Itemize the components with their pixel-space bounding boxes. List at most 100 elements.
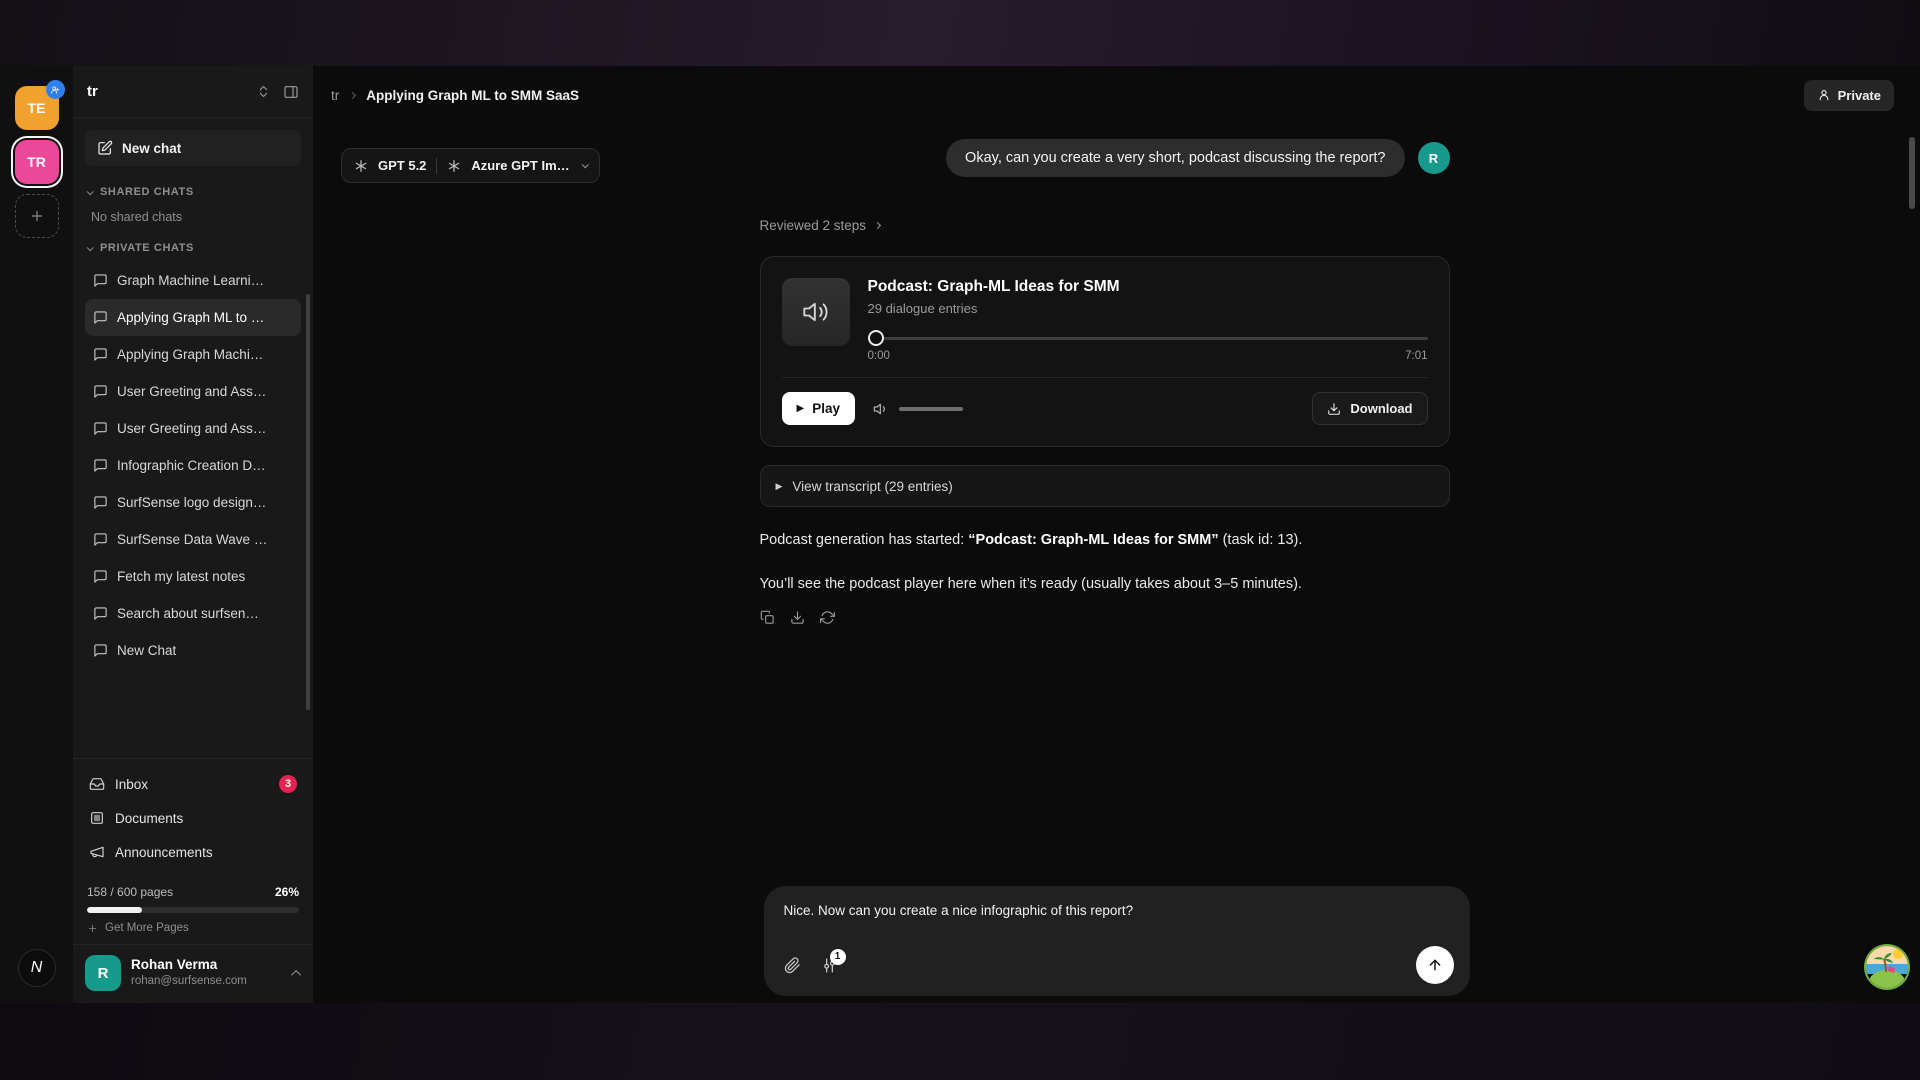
reviewed-steps-label: Reviewed 2 steps: [760, 218, 867, 233]
chat-bubble-icon: [93, 532, 108, 547]
chat-bubble-icon: [93, 569, 108, 584]
podcast-title-bold: “Podcast: Graph-ML Ideas for SMM”: [968, 532, 1218, 548]
model-selector[interactable]: GPT 5.2 Azure GPT Im…: [341, 148, 600, 183]
get-more-pages-label: Get More Pages: [105, 922, 189, 934]
chevron-up-icon: [291, 969, 301, 979]
podcast-artwork-tile: [782, 278, 850, 346]
openai-logo-icon: [354, 159, 368, 173]
announcements-label: Announcements: [115, 845, 213, 860]
inbox-label: Inbox: [115, 777, 148, 792]
podcast-seek-slider[interactable]: [868, 330, 1428, 346]
chat-title: Fetch my latest notes: [117, 569, 245, 584]
volume-icon[interactable]: [873, 401, 889, 417]
shared-chats-label: SHARED CHATS: [100, 186, 194, 198]
chevron-right-icon: [874, 222, 881, 229]
island-illustration-icon: [1866, 946, 1908, 988]
triangle-right-icon: ▶: [776, 481, 783, 492]
reviewed-steps-toggle[interactable]: Reviewed 2 steps: [760, 218, 1450, 233]
chat-list-item[interactable]: Infographic Creation D…: [85, 447, 301, 484]
podcast-player-card: Podcast: Graph-ML Ideas for SMM 29 dialo…: [760, 256, 1450, 447]
chat-title: User Greeting and Ass…: [117, 421, 266, 436]
chat-list-item[interactable]: New Chat: [85, 632, 301, 669]
volume-slider[interactable]: [899, 407, 963, 411]
download-button[interactable]: Download: [1312, 392, 1427, 425]
pages-percent-label: 26%: [275, 885, 299, 899]
attach-file-button[interactable]: [784, 957, 801, 974]
podcast-subtitle: 29 dialogue entries: [868, 301, 1428, 316]
chat-list-item[interactable]: Applying Graph ML to …: [85, 299, 301, 336]
breadcrumb-chat-title: Applying Graph ML to SMM SaaS: [366, 88, 579, 103]
shared-chats-header[interactable]: SHARED CHATS: [85, 186, 301, 198]
chat-list-item[interactable]: User Greeting and Ass…: [85, 373, 301, 410]
play-button[interactable]: ▶ Play: [782, 392, 855, 425]
collapse-sidebar-icon[interactable]: [283, 84, 299, 100]
sidebar-item-announcements[interactable]: Announcements: [81, 835, 305, 869]
chat-title: Applying Graph Machi…: [117, 347, 263, 362]
composer-input[interactable]: Nice. Now can you create a nice infograp…: [784, 903, 1450, 918]
workspace-avatar-label: TE: [28, 100, 46, 116]
get-more-pages-button[interactable]: Get More Pages: [87, 922, 299, 934]
workspace-avatar-label: TR: [27, 154, 46, 170]
copy-icon[interactable]: [760, 610, 775, 625]
user-menu[interactable]: R Rohan Verma rohan@surfsense.com: [73, 945, 313, 1003]
regenerate-icon[interactable]: [820, 610, 835, 625]
sidebar-bottom: Inbox 3 Documents Announcements 158 / 60…: [73, 758, 313, 1003]
sidebar-item-documents[interactable]: Documents: [81, 801, 305, 835]
chat-title: Infographic Creation D…: [117, 458, 266, 473]
chat-list: Graph Machine Learni… Applying Graph ML …: [85, 262, 301, 669]
chat-list-item[interactable]: SurfSense logo design…: [85, 484, 301, 521]
send-button[interactable]: [1416, 946, 1454, 984]
pages-progress-track: [87, 907, 299, 913]
main-scrollbar-thumb[interactable]: [1909, 137, 1915, 209]
user-message-avatar: R: [1418, 142, 1450, 174]
workspace-avatar-tr[interactable]: TR: [15, 140, 59, 184]
vacation-island-badge[interactable]: [1866, 946, 1908, 988]
divider: [436, 158, 437, 174]
chat-bubble-icon: [93, 643, 108, 658]
workspace-name: tr: [87, 83, 98, 100]
privacy-label: Private: [1838, 88, 1881, 103]
user-name: Rohan Verma: [131, 957, 247, 974]
privacy-toggle-button[interactable]: Private: [1804, 80, 1894, 111]
chat-list-item[interactable]: User Greeting and Ass…: [85, 410, 301, 447]
sidebar-scrollbar-thumb[interactable]: [306, 294, 310, 710]
chevron-right-icon: [349, 91, 356, 98]
private-chats-label: PRIVATE CHATS: [100, 242, 194, 254]
connectors-button[interactable]: 1: [821, 957, 838, 974]
seek-track: [868, 337, 1428, 340]
transcript-expander[interactable]: ▶ View transcript (29 entries): [760, 465, 1450, 507]
chat-title: Graph Machine Learni…: [117, 273, 264, 288]
seek-handle[interactable]: [868, 330, 884, 346]
chat-title: New Chat: [117, 643, 176, 658]
user-email: rohan@surfsense.com: [131, 974, 247, 989]
new-chat-button[interactable]: New chat: [85, 130, 301, 166]
pages-used-label: 158 / 600 pages: [87, 885, 173, 899]
duration: 7:01: [1405, 350, 1427, 362]
add-workspace-button[interactable]: [15, 194, 59, 238]
chat-bubble-icon: [93, 495, 108, 510]
download-label: Download: [1350, 401, 1412, 416]
chat-list-item[interactable]: Search about surfsen…: [85, 595, 301, 632]
speaker-icon: [802, 298, 830, 326]
message-composer[interactable]: Nice. Now can you create a nice infograp…: [764, 886, 1470, 996]
desktop-background-bottom: [0, 1003, 1920, 1080]
private-chats-header[interactable]: PRIVATE CHATS: [85, 242, 301, 254]
nextjs-dev-indicator[interactable]: N: [18, 949, 56, 987]
breadcrumb-workspace[interactable]: tr: [331, 88, 339, 103]
download-message-icon[interactable]: [790, 610, 805, 625]
connector-count-badge: 1: [830, 949, 846, 965]
chat-list-item[interactable]: Applying Graph Machi…: [85, 336, 301, 373]
chat-list-item[interactable]: Graph Machine Learni…: [85, 262, 301, 299]
chevron-down-icon: [581, 161, 588, 168]
user-avatar: R: [85, 955, 121, 991]
chat-list-item[interactable]: Fetch my latest notes: [85, 558, 301, 595]
user-message-bubble: Okay, can you create a very short, podca…: [946, 139, 1404, 177]
chat-list-item[interactable]: SurfSense Data Wave …: [85, 521, 301, 558]
chat-title: SurfSense Data Wave …: [117, 532, 267, 547]
workspace-avatar-te[interactable]: TE: [15, 86, 59, 130]
workspace-switcher-icon[interactable]: [256, 84, 271, 99]
pages-progress-fill: [87, 907, 142, 913]
assistant-message-2: You’ll see the podcast player here when …: [760, 574, 1450, 595]
app-window: TE TR N tr New chat: [0, 66, 1920, 1003]
sidebar-item-inbox[interactable]: Inbox 3: [81, 767, 305, 801]
